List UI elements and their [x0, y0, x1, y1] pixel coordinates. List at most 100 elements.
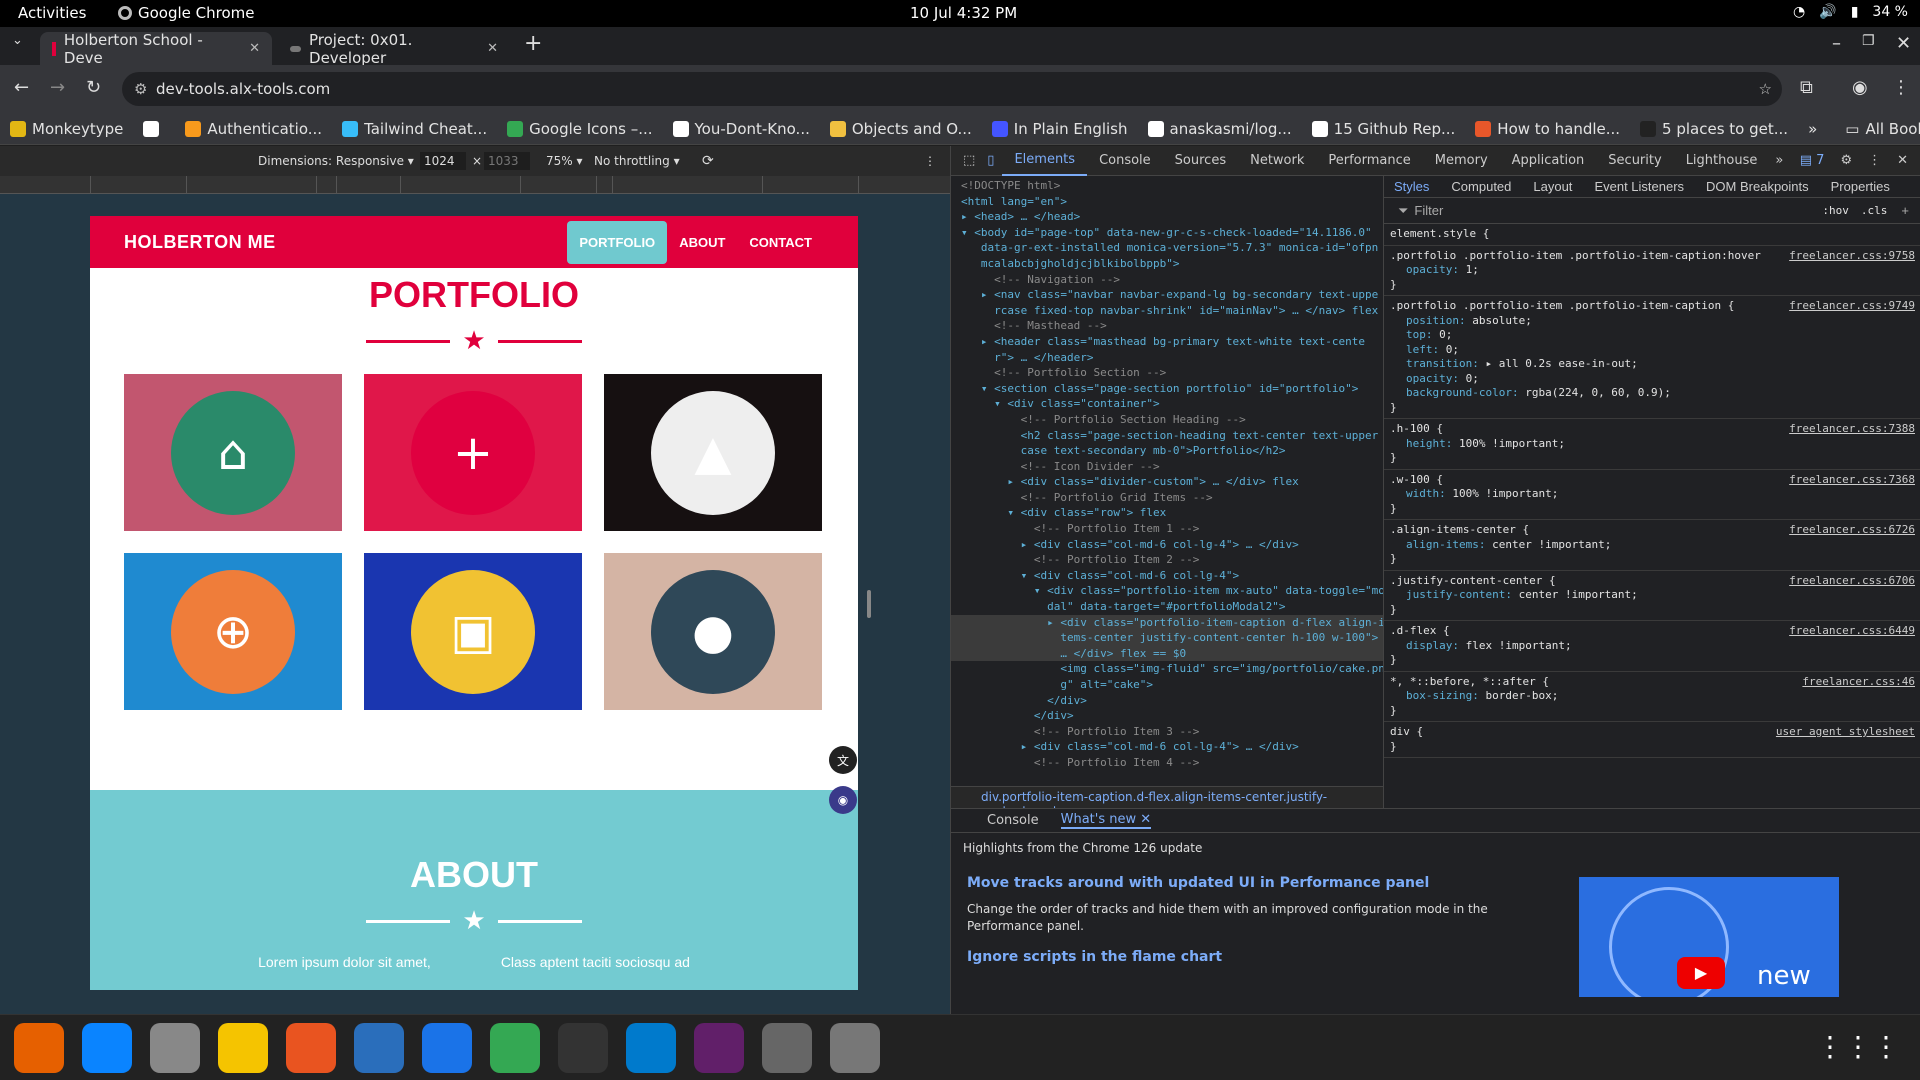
translate-icon[interactable]: 文	[829, 746, 857, 774]
dom-comment[interactable]: <!-- Portfolio Item 1 -->	[951, 521, 1383, 537]
app-menu[interactable]: Google Chrome	[118, 4, 255, 22]
portfolio-item[interactable]: ▣	[364, 553, 582, 710]
dom-node[interactable]: </div>	[951, 708, 1383, 724]
thunderbird-icon[interactable]	[82, 1022, 132, 1073]
devtools-tab-security[interactable]: Security	[1596, 153, 1673, 168]
dom-node[interactable]: ▸ <div class="divider-custom"> … </div> …	[951, 474, 1383, 490]
dom-comment[interactable]: <!-- Portfolio Item 3 -->	[951, 724, 1383, 740]
site-brand[interactable]: HOLBERTON ME	[124, 232, 276, 253]
close-icon[interactable]: ✕	[249, 41, 260, 56]
hov-button[interactable]: :hov	[1822, 204, 1849, 217]
slack-icon[interactable]	[694, 1022, 744, 1073]
tab-holberton[interactable]: Holberton School - Deve ✕	[40, 31, 272, 67]
activities-button[interactable]: Activities	[18, 4, 86, 22]
bookmark-item[interactable]	[143, 120, 165, 137]
dom-node[interactable]: </div>	[951, 693, 1383, 709]
bookmark-item[interactable]: Google Icons –...	[507, 120, 653, 138]
rotate-icon[interactable]: ⟳	[702, 153, 714, 169]
dom-comment[interactable]: <!-- Icon Divider -->	[951, 459, 1383, 475]
style-rule[interactable]: freelancer.css:6726 .align-items-center {…	[1384, 520, 1920, 571]
drawer-tab-whats-new[interactable]: What's new ✕	[1060, 812, 1152, 829]
dom-node[interactable]: rcase fixed-top navbar-shrink" id="mainN…	[951, 303, 1383, 319]
rule-source-link[interactable]: user agent stylesheet	[1776, 725, 1915, 740]
css-property[interactable]: width: 100% !important;	[1390, 487, 1915, 502]
styles-tab-event-listeners[interactable]: Event Listeners	[1594, 179, 1684, 194]
style-rule[interactable]: freelancer.css:7388 .h-100 {height: 100% …	[1384, 419, 1920, 470]
dom-comment[interactable]: <!-- Portfolio Item 4 -->	[951, 755, 1383, 771]
dom-node[interactable]: <img class="img-fluid" src="img/portfoli…	[951, 661, 1383, 677]
dom-node[interactable]: ▾ <body id="page-top" data-new-gr-c-s-ch…	[951, 225, 1383, 241]
styles-tab-dom-breakpoints[interactable]: DOM Breakpoints	[1706, 179, 1809, 194]
dom-node[interactable]: case text-secondary mb-0">Portfolio</h2>	[951, 443, 1383, 459]
rule-source-link[interactable]: freelancer.css:46	[1802, 675, 1915, 690]
dom-node[interactable]: ▸ <div class="portfolio-item-caption d-f…	[951, 614, 1383, 631]
css-property[interactable]: justify-content: center !important;	[1390, 588, 1915, 603]
close-icon[interactable]: ✕	[487, 41, 498, 56]
dom-node[interactable]: ▾ <div class="portfolio-item mx-auto" da…	[951, 583, 1383, 599]
bookmark-item[interactable]: Tailwind Cheat...	[342, 120, 487, 138]
whats-new-title-2[interactable]: Ignore scripts in the flame chart	[967, 949, 1495, 965]
forward-button[interactable]: →	[50, 77, 65, 98]
dom-node[interactable]: ▸ <div class="col-md-6 col-lg-4"> … </di…	[951, 739, 1383, 755]
assistant-icon[interactable]: ◉	[829, 786, 857, 814]
back-button[interactable]: ←	[14, 77, 29, 98]
issues-badge[interactable]: ▤ 7	[1800, 153, 1825, 168]
portfolio-item[interactable]: ●	[604, 553, 822, 710]
writer-icon[interactable]	[354, 1022, 404, 1073]
dom-node[interactable]: ▾ <section class="page-section portfolio…	[951, 381, 1383, 397]
dom-node[interactable]: data-gr-ext-installed monica-version="5.…	[951, 240, 1383, 256]
dom-node[interactable]: ▾ <div class="container">	[951, 396, 1383, 412]
rule-source-link[interactable]: freelancer.css:7388	[1789, 422, 1915, 437]
devtools-close-icon[interactable]: ✕	[1897, 153, 1908, 168]
clock[interactable]: 10 Jul 4:32 PM	[910, 4, 1017, 22]
css-property[interactable]: background-color: rgba(224, 0, 60, 0.9);	[1390, 386, 1915, 401]
style-rule[interactable]: freelancer.css:9758 .portfolio .portfolio…	[1384, 246, 1920, 296]
terminal-icon[interactable]	[558, 1022, 608, 1073]
dom-comment[interactable]: <!-- Portfolio Grid Items -->	[951, 490, 1383, 506]
dom-node[interactable]: dal" data-target="#portfolioModal2">	[951, 599, 1383, 615]
rule-source-link[interactable]: freelancer.css:9758	[1789, 249, 1915, 264]
zoom-select[interactable]: 75% ▾	[546, 154, 583, 168]
devtools-tab-network[interactable]: Network	[1238, 153, 1316, 168]
system-tray[interactable]: ◔ 🔊 ▮ 34 %	[1793, 4, 1908, 20]
rhythmbox-icon[interactable]	[218, 1022, 268, 1073]
style-rule[interactable]: freelancer.css:6706 .justify-content-cent…	[1384, 571, 1920, 621]
css-property[interactable]: align-items: center !important;	[1390, 538, 1915, 553]
styles-tab-computed[interactable]: Computed	[1451, 179, 1511, 194]
style-rule[interactable]: element.style {	[1384, 224, 1920, 246]
disks-icon[interactable]	[762, 1022, 812, 1073]
address-bar[interactable]: ⚙ dev-tools.alx-tools.com ☆	[122, 72, 1782, 106]
whats-new-title-1[interactable]: Move tracks around with updated UI in Pe…	[967, 875, 1495, 891]
maximize-button[interactable]: ❐	[1862, 33, 1875, 49]
resize-handle[interactable]	[867, 590, 871, 618]
styles-tab-properties[interactable]: Properties	[1831, 179, 1890, 194]
viewport-height-input[interactable]: 1033	[484, 152, 530, 170]
css-property[interactable]: opacity: 1;	[1390, 263, 1915, 278]
dom-comment[interactable]: <!DOCTYPE html>	[951, 178, 1383, 194]
help-icon[interactable]	[422, 1022, 472, 1073]
dimensions-select[interactable]: Dimensions: Responsive ▾	[258, 154, 414, 168]
css-property[interactable]: opacity: 0;	[1390, 372, 1915, 387]
dom-node[interactable]: tems-center justify-content-center h-100…	[951, 630, 1383, 646]
styles-tab-layout[interactable]: Layout	[1533, 179, 1572, 194]
extensions-icon[interactable]: ⧉	[1800, 77, 1813, 98]
devtools-tab-memory[interactable]: Memory	[1423, 153, 1500, 168]
rule-source-link[interactable]: freelancer.css:6449	[1789, 624, 1915, 639]
elements-tree[interactable]: <!DOCTYPE html> <html lang="en"> ▸ <head> …	[951, 176, 1383, 786]
rule-source-link[interactable]: freelancer.css:9749	[1789, 299, 1915, 314]
dom-comment[interactable]: <!-- Portfolio Section Heading -->	[951, 412, 1383, 428]
rule-source-link[interactable]: freelancer.css:6706	[1789, 574, 1915, 589]
dom-node[interactable]: r"> … </header>	[951, 350, 1383, 366]
portfolio-item[interactable]: +	[364, 374, 582, 531]
dom-node[interactable]: <html lang="en">	[951, 194, 1383, 210]
css-property[interactable]: height: 100% !important;	[1390, 437, 1915, 452]
devtools-tab-lighthouse[interactable]: Lighthouse	[1674, 153, 1770, 168]
tab-search-button[interactable]: ⌄	[12, 33, 23, 48]
style-rule[interactable]: user agent stylesheet div {}	[1384, 722, 1920, 758]
menu-about[interactable]: ABOUT	[667, 221, 737, 264]
dom-comment[interactable]: <!-- Portfolio Item 2 -->	[951, 552, 1383, 568]
css-property[interactable]: position: absolute;	[1390, 314, 1915, 329]
dom-node[interactable]: ▸ <div class="col-md-6 col-lg-4"> … </di…	[951, 537, 1383, 553]
trash-icon[interactable]	[830, 1022, 880, 1073]
devtools-tab-elements[interactable]: Elements	[1002, 146, 1088, 176]
